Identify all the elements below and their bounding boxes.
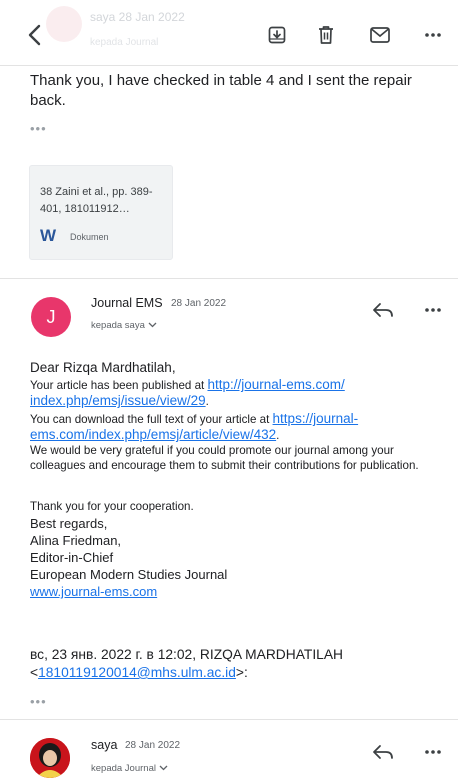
- reply-icon: [373, 303, 393, 317]
- message-date: 28 Jan 2022: [125, 740, 181, 751]
- faded-recipient: kepada Journal: [90, 37, 159, 48]
- signature-line: Editor-in-Chief: [30, 550, 114, 565]
- signature-line: European Modern Studies Journal: [30, 567, 228, 582]
- recipient-toggle[interactable]: kepada saya: [91, 320, 157, 331]
- sender-name: saya: [91, 738, 118, 752]
- toolbar: saya 28 Jan 2022 kepada Journal: [0, 0, 458, 66]
- signature: Best regards, Alina Friedman, Editor-in-…: [30, 515, 445, 600]
- delete-button[interactable]: [311, 20, 341, 50]
- avatar[interactable]: [30, 738, 70, 778]
- divider: [0, 719, 458, 720]
- quote-header: вс, 23 янв. 2022 г. в 12:02, RIZQA MARDH…: [30, 646, 445, 682]
- article-link-continued[interactable]: ems.com/index.php/emsj/article/view/432: [30, 427, 276, 442]
- reply-button[interactable]: [368, 737, 398, 767]
- issue-link[interactable]: http://journal-ems.com/: [207, 377, 344, 392]
- divider: [0, 65, 458, 66]
- faded-sender: saya 28 Jan 2022: [90, 10, 185, 24]
- promote-text: We would be very grateful if you could p…: [30, 444, 419, 472]
- issue-link-continued[interactable]: index.php/emsj/issue/view/29: [30, 393, 206, 408]
- quote-header-text: вс, 23 янв. 2022 г. в 12:02, RIZQA MARDH…: [30, 647, 343, 662]
- quote-bracket: >:: [235, 665, 248, 680]
- line1-suffix: .: [205, 395, 209, 408]
- signature-line: Best regards,: [30, 516, 108, 531]
- attachment-name: 38 Zaini et al., pp. 389-401, 181011912…: [40, 186, 153, 215]
- greeting: Dear Rizqa Mardhatilah,: [30, 360, 176, 375]
- more-icon: [425, 33, 441, 37]
- recipient-label: kepada saya: [91, 320, 145, 331]
- profile-photo: [30, 738, 70, 778]
- archive-icon: [268, 26, 286, 44]
- message-more-button[interactable]: [418, 295, 448, 325]
- quote-bracket: <: [30, 665, 39, 680]
- trash-icon: [319, 26, 333, 44]
- reply-button[interactable]: [368, 295, 398, 325]
- publication-paragraph: Your article has been published at http:…: [30, 377, 445, 473]
- sender-name: Journal EMS: [91, 296, 163, 310]
- line1-text: Your article has been published at: [30, 379, 208, 392]
- faded-avatar: [46, 6, 82, 42]
- attachment-type: Dokumen: [70, 232, 109, 242]
- show-trimmed-button[interactable]: •••: [30, 121, 47, 136]
- back-button[interactable]: [20, 20, 50, 50]
- message-more-button[interactable]: [418, 737, 448, 767]
- recipient-toggle[interactable]: kepada Journal: [91, 763, 168, 774]
- attachment-card[interactable]: 38 Zaini et al., pp. 389-401, 181011912……: [29, 165, 173, 260]
- line2-suffix: .: [276, 429, 280, 442]
- archive-button[interactable]: [262, 20, 292, 50]
- show-trimmed-button[interactable]: •••: [30, 694, 47, 709]
- website-link[interactable]: www.journal-ems.com: [30, 584, 157, 599]
- signature-line: Alina Friedman,: [30, 533, 122, 548]
- previous-message-text: Thank you, I have checked in table 4 and…: [30, 72, 412, 109]
- word-doc-icon: W: [40, 226, 57, 245]
- message-date: 28 Jan 2022: [171, 298, 227, 309]
- divider: [0, 278, 458, 279]
- line2-text: You can download the full text of your a…: [30, 413, 273, 426]
- more-button[interactable]: [418, 20, 448, 50]
- article-link[interactable]: https://journal-: [273, 411, 359, 426]
- chevron-down-icon: [148, 320, 157, 331]
- chevron-left-icon: [28, 24, 41, 46]
- recipient-label: kepada Journal: [91, 763, 156, 774]
- mark-unread-button[interactable]: [365, 20, 395, 50]
- chevron-down-icon: [159, 763, 168, 774]
- reply-icon: [373, 745, 393, 759]
- more-icon: [425, 308, 441, 312]
- more-icon: [425, 750, 441, 754]
- thanks-text: Thank you for your cooperation.: [30, 500, 194, 513]
- quoted-email-link[interactable]: 1810119120014@mhs.ulm.ac.id: [38, 665, 236, 680]
- mail-icon: [370, 27, 390, 43]
- avatar[interactable]: J: [31, 297, 71, 337]
